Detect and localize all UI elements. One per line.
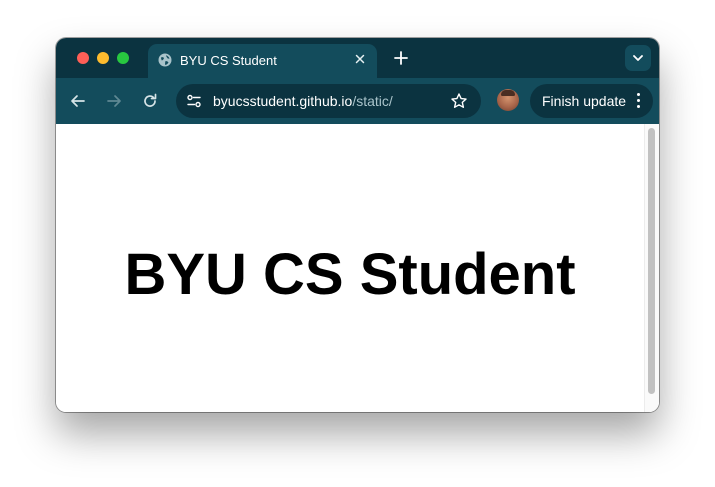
page-content: BYU CS Student [56, 124, 659, 412]
close-tab-glyph [355, 54, 365, 64]
toolbar: byucsstudent.github.io/static/ Finish up… [56, 78, 659, 124]
tune-icon[interactable] [185, 92, 203, 110]
zoom-window-button[interactable] [117, 52, 129, 64]
reload-button[interactable] [140, 91, 160, 111]
back-button[interactable] [68, 91, 88, 111]
tab-title: BYU CS Student [180, 53, 277, 68]
scrollbar-thumb[interactable] [648, 128, 655, 394]
star-icon[interactable] [449, 91, 469, 111]
kebab-dot [637, 93, 640, 96]
finish-update-button[interactable]: Finish update [530, 84, 653, 118]
finish-update-label: Finish update [542, 93, 627, 109]
kebab-dot [637, 105, 640, 108]
address-bar[interactable]: byucsstudent.github.io/static/ [176, 84, 481, 118]
plus-icon [394, 51, 408, 65]
tab-search-button[interactable] [625, 45, 651, 71]
chevron-down-icon [633, 55, 643, 61]
kebab-menu-icon[interactable] [637, 93, 641, 109]
globe-icon [158, 53, 172, 67]
minimize-window-button[interactable] [97, 52, 109, 64]
vertical-scrollbar[interactable] [644, 124, 659, 412]
url-text[interactable]: byucsstudent.github.io/static/ [213, 93, 393, 109]
new-tab-button[interactable] [391, 48, 411, 68]
close-window-button[interactable] [77, 52, 89, 64]
url-path: /static/ [352, 93, 393, 109]
tab-strip: BYU CS Student [56, 38, 659, 78]
tab-active[interactable]: BYU CS Student [148, 44, 377, 78]
page-heading: BYU CS Student [124, 242, 576, 307]
browser-window: BYU CS Student byucsstudent.github.io/st… [56, 38, 659, 412]
avatar[interactable] [497, 89, 519, 111]
forward-button[interactable] [104, 91, 124, 111]
close-icon[interactable] [353, 52, 367, 66]
url-host: byucsstudent.github.io [213, 93, 353, 109]
kebab-dot [637, 99, 640, 102]
